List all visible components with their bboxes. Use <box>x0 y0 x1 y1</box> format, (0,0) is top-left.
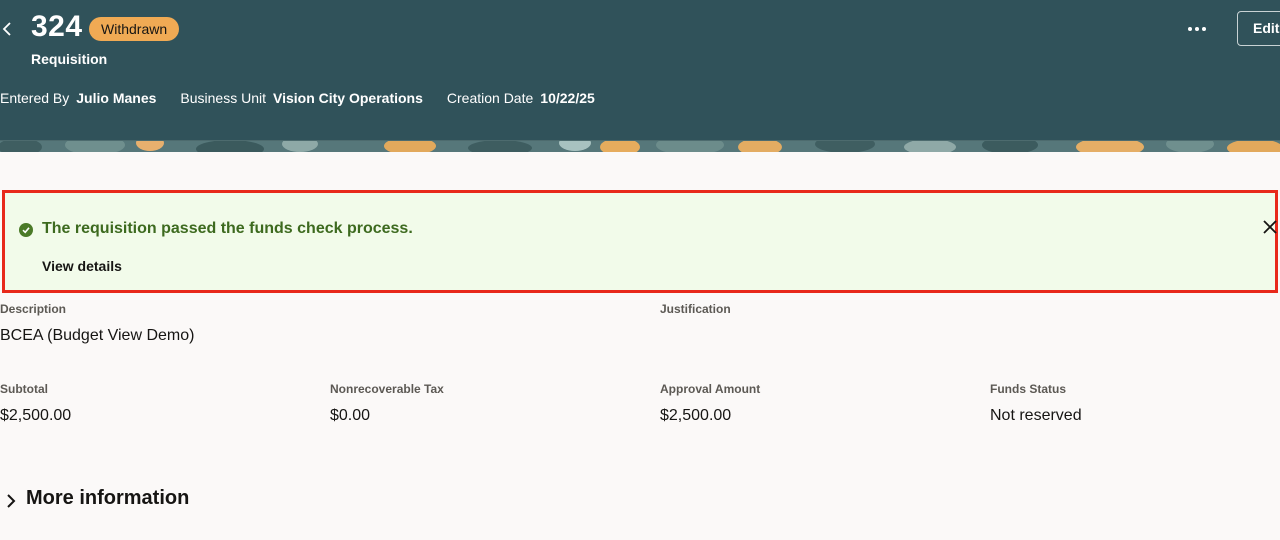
description-value: BCEA (Budget View Demo) <box>0 327 195 344</box>
view-details-link[interactable]: View details <box>42 258 122 274</box>
justification-label: Justification <box>660 302 731 316</box>
meta-label: Entered By <box>0 90 70 106</box>
chevron-right-icon <box>7 494 16 508</box>
description-label: Description <box>0 302 67 316</box>
nonrecoverable-tax-value: $0.00 <box>330 407 371 424</box>
more-information-toggle[interactable]: More information <box>0 486 189 510</box>
page-subtitle: Requisition <box>31 51 108 67</box>
more-information-label: More information <box>26 486 190 509</box>
requisition-number: 324 <box>31 10 83 43</box>
banner-pattern-icon <box>0 140 1280 152</box>
funds-status-label: Funds Status <box>990 382 1067 396</box>
header-meta: Entered By Julio Manes Business Unit Visio… <box>0 90 619 106</box>
approval-amount-value: $2,500.00 <box>660 407 732 424</box>
page-header: 324 Withdrawn Requisition Entered By Juli… <box>0 0 1280 140</box>
subtotal-value: $2,500.00 <box>0 407 72 424</box>
meta-label: Creation Date <box>446 90 534 106</box>
status-badge: Withdrawn <box>89 17 180 41</box>
edit-button[interactable]: Edit <box>1237 11 1280 46</box>
check-circle-icon <box>19 223 33 237</box>
meta-creation-date: Creation Date 10/22/25 <box>447 90 595 106</box>
more-dot-icon <box>1202 27 1206 31</box>
more-actions-button[interactable] <box>1186 18 1208 40</box>
back-button[interactable] <box>0 18 14 40</box>
chevron-left-icon <box>2 22 11 36</box>
message-text: The requisition passed the funds check p… <box>42 220 413 237</box>
funds-check-message: The requisition passed the funds check p… <box>2 190 1278 293</box>
nonrecoverable-tax-label: Nonrecoverable Tax <box>330 382 444 396</box>
meta-value: 10/22/25 <box>540 90 595 106</box>
decorative-banner <box>0 140 1280 152</box>
funds-status-value: Not reserved <box>990 407 1082 424</box>
more-dot-icon <box>1188 27 1192 31</box>
meta-business-unit: Business Unit Vision City Operations <box>180 90 422 106</box>
meta-entered-by: Entered By Julio Manes <box>0 90 156 106</box>
more-dot-icon <box>1195 27 1199 31</box>
meta-label: Business Unit <box>180 90 266 106</box>
meta-value: Vision City Operations <box>273 90 423 106</box>
meta-value: Julio Manes <box>76 90 157 106</box>
close-icon[interactable] <box>1262 219 1278 235</box>
subtotal-label: Subtotal <box>0 382 48 396</box>
approval-amount-label: Approval Amount <box>660 382 761 396</box>
